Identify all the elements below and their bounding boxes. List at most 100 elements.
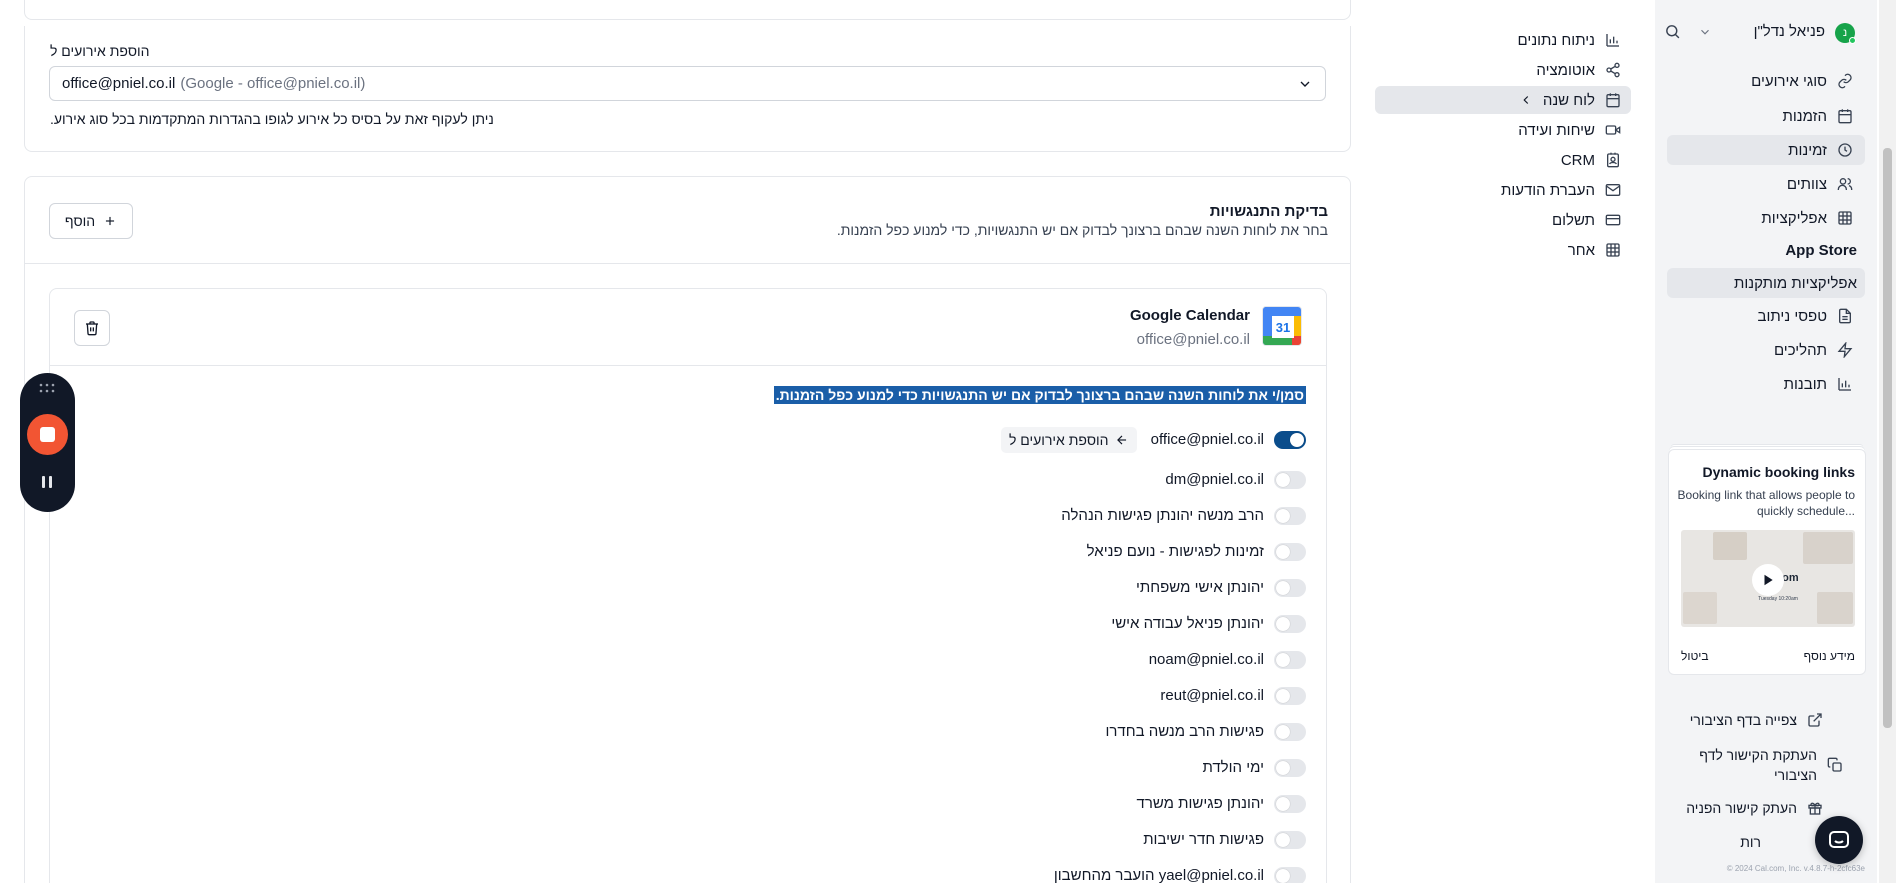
nav-item-label: תשלום — [1551, 211, 1595, 229]
play-icon[interactable] — [1752, 564, 1784, 596]
calendar-toggle[interactable] — [1274, 471, 1306, 489]
nav-item-messaging[interactable]: העברת הודעות — [1375, 176, 1631, 204]
calendar-name: reut@pniel.co.il — [1160, 687, 1264, 704]
chevron-down-icon[interactable] — [1698, 25, 1712, 39]
users-icon — [1837, 176, 1853, 192]
calendar-toggle[interactable] — [1274, 867, 1306, 883]
sidebar-item-label: תהליכים — [1773, 341, 1827, 359]
promo-title: Dynamic booking links — [1702, 464, 1855, 480]
sidebar-item-label: אפליקציות מותקנות — [1734, 274, 1857, 292]
toggle-knob — [1276, 653, 1290, 667]
sidebar-item-app-store[interactable]: App Store — [1667, 235, 1865, 265]
calendar-toggle[interactable] — [1274, 759, 1306, 777]
nav-item-label: שיחות ועידה — [1518, 121, 1595, 139]
avatar[interactable]: נ — [1835, 23, 1856, 44]
copy-referral-link[interactable]: העתק קישור הפניה — [1667, 800, 1865, 816]
bar-chart-icon — [1605, 32, 1621, 48]
divider — [50, 365, 1326, 366]
sidebar-item-teams[interactable]: צוותים — [1667, 169, 1865, 199]
sidebar-item-label: צוותים — [1786, 175, 1827, 193]
bottom-link-label: רות — [1740, 834, 1761, 850]
plus-icon — [103, 214, 117, 228]
conflicts-description: בחר את לוחות השנה שבהם ברצונך לבדוק אם י… — [836, 222, 1328, 238]
chevron-left-icon — [1519, 93, 1533, 107]
add-events-calendar-select[interactable]: office@pniel.co.il (Google - office@pnie… — [49, 66, 1326, 101]
calendar-toggle[interactable] — [1274, 507, 1306, 525]
nav-item-conferencing[interactable]: שיחות ועידה — [1375, 116, 1631, 144]
scrollbar-thumb[interactable] — [1883, 148, 1892, 728]
google-calendar-name: Google Calendar — [1129, 307, 1250, 324]
bottom-link-label: העתק קישור הפניה — [1686, 800, 1797, 816]
add-calendar-button[interactable]: הוסף — [49, 203, 133, 239]
sidebar-item-installed-apps[interactable]: אפליקציות מותקנות — [1667, 268, 1865, 298]
grid-icon — [1837, 210, 1853, 226]
chevron-down-icon — [1297, 76, 1313, 92]
user-name[interactable]: פניאל נדל"ן — [1735, 23, 1825, 40]
toggle-knob — [1276, 617, 1290, 631]
footer-version: © 2024 Cal.com, Inc. v.4.8.7-h-2cfc63e — [1726, 864, 1865, 873]
chat-launcher-button[interactable] — [1815, 816, 1863, 864]
calendar-toggle[interactable] — [1274, 651, 1306, 669]
calendar-toggle[interactable] — [1274, 431, 1306, 449]
search-icon[interactable] — [1664, 23, 1681, 40]
nav-item-other[interactable]: אחר — [1375, 236, 1631, 264]
conflict-check-card: בדיקת התנגשויות בחר את לוחות השנה שבהם ב… — [24, 176, 1351, 883]
remove-calendar-button[interactable] — [74, 310, 110, 346]
calendar-name: noam@pniel.co.il — [1148, 651, 1264, 668]
promo-learn-more[interactable]: מידע נוסף — [1804, 649, 1855, 663]
view-public-page-link[interactable]: צפייה בדף הציבורי — [1667, 712, 1865, 728]
nav-item-label: העברת הודעות — [1500, 181, 1595, 199]
sidebar-item-insights[interactable]: תובנות — [1667, 369, 1865, 399]
sidebar-item-event-types[interactable]: סוגי אירועים — [1667, 66, 1865, 96]
add-events-target-badge: הוספת אירועים ל — [1001, 427, 1137, 453]
copy-public-link[interactable]: העתקת הקישור לדף הציבורי — [1667, 745, 1865, 785]
video-icon — [1605, 122, 1621, 138]
calendar-toggle[interactable] — [1274, 615, 1306, 633]
external-link-icon — [1807, 712, 1823, 728]
calendar-name: הרב מנשה יהונתן פגישות הנהלה — [1061, 507, 1264, 524]
toggle-knob — [1276, 797, 1290, 811]
calendar-toggle[interactable] — [1274, 723, 1306, 741]
pause-icon — [41, 475, 53, 489]
calendar-toggle[interactable] — [1274, 579, 1306, 597]
nav-item-payment[interactable]: תשלום — [1375, 206, 1631, 234]
bottom-link-label: העתקת הקישור לדף הציבורי — [1699, 747, 1817, 783]
stop-icon — [40, 427, 55, 442]
add-events-card: הוספת אירועים ל office@pniel.co.il (Goog… — [24, 26, 1351, 152]
toggle-knob — [1276, 581, 1290, 595]
nav-item-calendar[interactable]: לוח שנה — [1375, 86, 1631, 114]
gift-icon — [1807, 800, 1823, 816]
promo-video-thumbnail[interactable]: .com Tuesday 10:20am — [1681, 530, 1855, 627]
google-calendar-email: office@pniel.co.il — [1136, 331, 1250, 348]
pause-recording-button[interactable] — [37, 472, 57, 492]
main-sidebar: נ פניאל נדל"ן סוגי אירועים הזמנות זמינות… — [1655, 0, 1877, 883]
nav-item-label: ניתוח נתונים — [1517, 31, 1595, 49]
promo-dismiss[interactable]: ביטול — [1681, 649, 1709, 663]
nav-item-automation[interactable]: אוטומציה — [1375, 56, 1631, 84]
sidebar-item-apps[interactable]: אפליקציות — [1667, 203, 1865, 233]
select-value-email: office@pniel.co.il — [62, 75, 176, 92]
thumb-subtext: Tuesday 10:20am — [1758, 596, 1798, 602]
top-card-edge — [24, 0, 1351, 20]
sidebar-item-bookings[interactable]: הזמנות — [1667, 101, 1865, 131]
nav-item-crm[interactable]: CRM — [1375, 146, 1631, 174]
calendar-name: פגישות חדר ישיבות — [1143, 831, 1264, 848]
calendar-toggle[interactable] — [1274, 687, 1306, 705]
toggle-knob — [1276, 725, 1290, 739]
sidebar-item-label: סוגי אירועים — [1751, 72, 1827, 90]
stop-recording-button[interactable] — [27, 414, 68, 455]
sidebar-item-label: אפליקציות — [1761, 209, 1827, 227]
sidebar-item-routing-forms[interactable]: טפסי ניתוב — [1667, 301, 1865, 331]
grid-icon — [1605, 242, 1621, 258]
sidebar-item-workflows[interactable]: תהליכים — [1667, 335, 1865, 365]
calendar-name: זמינות לפגישות - נועם פניאל — [1086, 543, 1264, 560]
calendar-toggle[interactable] — [1274, 543, 1306, 561]
drag-handle-icon[interactable] — [39, 383, 55, 393]
nav-item-analytics[interactable]: ניתוח נתונים — [1375, 26, 1631, 54]
calendar-name: יהונתן אישי משפחתי — [1136, 579, 1264, 596]
thumb-person — [1817, 592, 1853, 624]
sidebar-item-availability[interactable]: זמינות — [1667, 135, 1865, 165]
calendar-toggle[interactable] — [1274, 795, 1306, 813]
page-scrollbar[interactable] — [1879, 0, 1896, 883]
calendar-toggle[interactable] — [1274, 831, 1306, 849]
